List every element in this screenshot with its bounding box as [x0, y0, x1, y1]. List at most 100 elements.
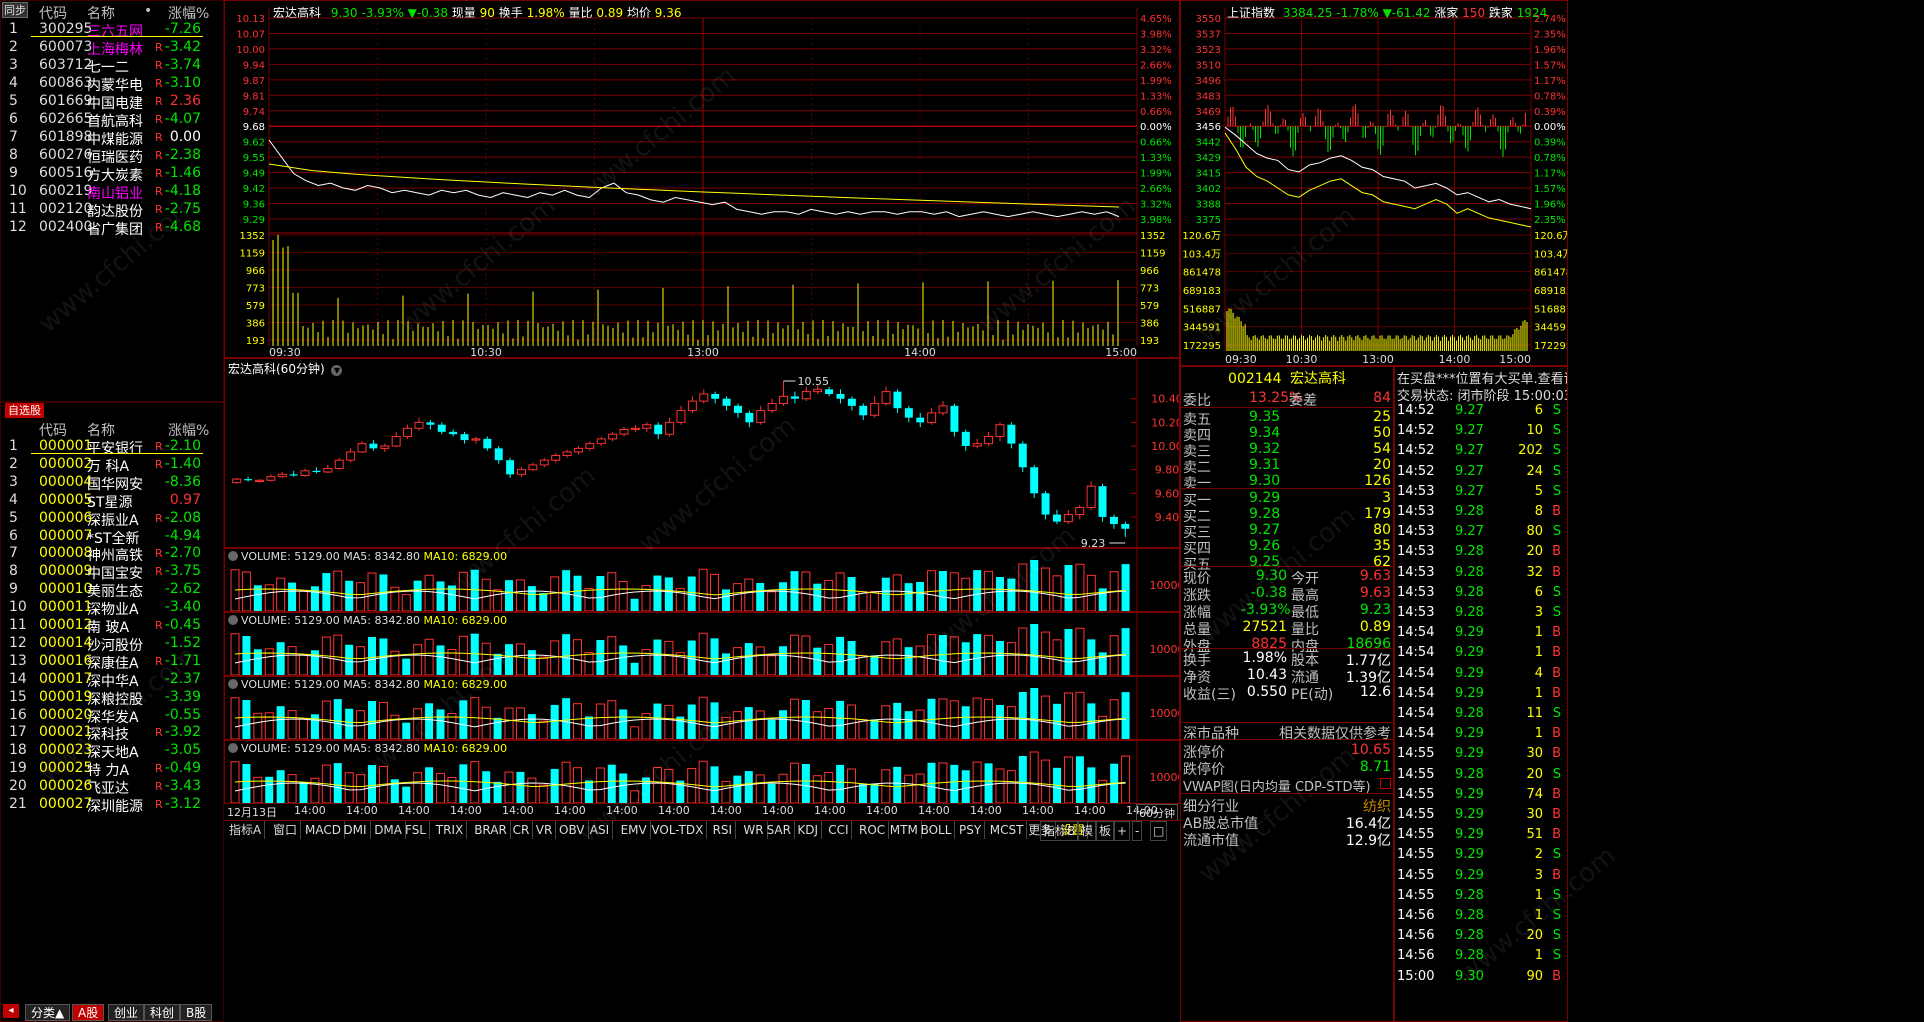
tab-prev-icon[interactable]: ◂ [3, 1004, 19, 1018]
indicator-tab[interactable]: FSL [402, 821, 430, 839]
list-item[interactable]: 18 000023 深天地A -3.05 [1, 740, 223, 761]
indicator-tab[interactable]: KDJ [794, 821, 823, 839]
list-item[interactable]: 19 000025 特 力A R -0.49 [1, 758, 223, 779]
list-item[interactable]: 1 000001 平安银行 R -2.10 [1, 436, 223, 457]
vol-tick: 172295 [1534, 341, 1568, 352]
list-item[interactable]: 6 602665 首航高科 R -4.07 [1, 109, 223, 130]
vwap-row[interactable]: VWAP图(日内均量 CDP-STD等) [1181, 775, 1393, 795]
list-item[interactable]: 21 000027 深圳能源 R -3.12 [1, 794, 223, 815]
volume-panel[interactable]: VOLUME: 5129.00 MA5: 8342.80 MA10: 6829.… [224, 740, 1180, 804]
list-item[interactable]: 9 000010 美丽生态 -2.62 [1, 579, 223, 600]
list-item[interactable]: 11 000012 南 玻A R -0.45 [1, 615, 223, 636]
market-tab[interactable]: B股 [180, 1004, 213, 1021]
intraday-chart[interactable]: 宏达高科 9.30 -3.93% ▼-0.38 现量 90 换手 1.98% 量… [224, 0, 1180, 358]
volume-bar [276, 770, 285, 803]
ask-level[interactable]: 卖四 9.34 50 [1181, 424, 1393, 444]
bid-level[interactable]: 买一 9.29 3 [1181, 489, 1393, 509]
vol-tick: 689183 [1534, 286, 1568, 297]
candle-body [676, 410, 686, 423]
ask-level[interactable]: 卖一 9.30 126 [1181, 472, 1393, 492]
indicator-right-tab[interactable]: □ [1150, 821, 1168, 841]
list-item[interactable]: 11 002120 韵达股份 R -2.75 [1, 199, 223, 220]
list-item[interactable]: 8 600276 恒瑞医药 R -2.38 [1, 145, 223, 166]
list-item[interactable]: 17 000021 深科技 R -3.92 [1, 722, 223, 743]
market-tab[interactable]: 创业 [108, 1004, 145, 1021]
list-item[interactable]: 8 000009 中国宝安 R -3.75 [1, 561, 223, 582]
indicator-tab[interactable]: TRIX [433, 821, 468, 839]
list-item[interactable]: 10 600219 南山铝业 R -4.18 [1, 181, 223, 202]
trade-time: 14:52 [1397, 403, 1435, 418]
list-item[interactable]: 12 002400 省广集团 R -4.68 [1, 217, 223, 238]
list-item[interactable]: 12 000014 沙河股份 -1.52 [1, 633, 223, 654]
indicator-tab[interactable]: CCI [825, 821, 853, 839]
volume-panel[interactable]: VOLUME: 5129.00 MA5: 8342.80 MA10: 6829.… [224, 548, 1180, 612]
list-item[interactable]: 7 601898 中煤能源 R 0.00 [1, 127, 223, 148]
list-item[interactable]: 10 000011 深物业A -3.40 [1, 597, 223, 618]
period-button[interactable]: 60分钟 [1136, 804, 1178, 820]
indicator-tab[interactable]: ROC [856, 821, 890, 839]
indicator-tab[interactable]: EMV [618, 821, 651, 839]
trade-volume: 32 [1526, 564, 1543, 580]
trade-side: S [1552, 928, 1561, 944]
volume-panel[interactable]: VOLUME: 5129.00 MA5: 8342.80 MA10: 6829.… [224, 676, 1180, 740]
indicator-tab[interactable]: SAR [764, 821, 795, 839]
list-item[interactable]: 6 000007 *ST全新 -4.94 [1, 526, 223, 547]
indicator-right-tab[interactable]: 指标B [1040, 821, 1079, 841]
list-item[interactable]: 7 000008 神州高铁 R -2.70 [1, 543, 223, 564]
bid-level[interactable]: 买二 9.28 179 [1181, 505, 1393, 525]
indicator-tab[interactable]: PSY [956, 821, 986, 839]
kline-chart[interactable]: 宏达高科(60分钟) ▼ 10.40 10.20 10.00 9.80 9.60 9.40… [224, 358, 1180, 548]
market-tab[interactable]: 科创 [144, 1004, 181, 1021]
index-chart[interactable]: 上证指数 3384.25 -1.78% ▼-61.42 涨家 150 跌家 19… [1180, 0, 1568, 366]
list-item[interactable]: 4 600863 内蒙华电 R -3.10 [1, 73, 223, 94]
vwap-label[interactable]: VWAP图(日内均量 CDP-STD等) [1183, 776, 1371, 795]
bid-level[interactable]: 买三 9.27 80 [1181, 521, 1393, 541]
ask-level[interactable]: 卖五 9.35 25 [1181, 408, 1393, 428]
volume-panel[interactable]: VOLUME: 5129.00 MA5: 8342.80 MA10: 6829.… [224, 612, 1180, 676]
stock-code: 600276 [39, 147, 93, 163]
indicator-right-tab[interactable]: + [1114, 821, 1131, 841]
indicator-tab[interactable]: 窗口 [270, 821, 302, 839]
indicator-tab[interactable]: 指标A [226, 821, 266, 839]
list-item[interactable]: 16 000020 深华发A -0.55 [1, 705, 223, 726]
self-list-badge[interactable]: 自选股 [5, 403, 44, 418]
indicator-right-tab[interactable]: 板 [1096, 821, 1115, 841]
indicator-tab[interactable]: ASI [587, 821, 614, 839]
list-item[interactable]: 1 300295 三六五网 -7.26 [1, 19, 223, 40]
list-item[interactable]: 4 000005 ST星源 0.97 [1, 490, 223, 511]
list-item[interactable]: 13 000016 深康佳A R -1.71 [1, 651, 223, 672]
bid-level[interactable]: 买四 9.26 35 [1181, 537, 1393, 557]
ask-level[interactable]: 卖三 9.32 54 [1181, 440, 1393, 460]
indicator-tab[interactable]: MACD [302, 821, 345, 839]
list-item[interactable]: 15 000019 深粮控股 -3.39 [1, 687, 223, 708]
stock-chg: -1.52 [164, 634, 201, 651]
list-item[interactable]: 2 600073 上海梅林 R -3.42 [1, 37, 223, 58]
list-item[interactable]: 5 000006 深振业A R -2.08 [1, 508, 223, 529]
indicator-tab[interactable]: BRAR [471, 821, 511, 839]
indicator-right-tab[interactable]: - [1132, 821, 1143, 841]
list-item[interactable]: 5 601669 中国电建 R 2.36 [1, 91, 223, 112]
indicator-tab[interactable]: DMI [340, 821, 371, 839]
market-tab[interactable]: 分类▲ [25, 1004, 71, 1021]
list-item[interactable]: 3 603712 七一二 R -3.74 [1, 55, 223, 76]
list-item[interactable]: 20 000026 飞亚达 R -3.43 [1, 776, 223, 797]
indicator-tab[interactable]: OBV [556, 821, 589, 839]
indicator-tab[interactable]: VOL-TDX [648, 821, 708, 839]
volume-bar [961, 577, 971, 611]
indicator-tab[interactable]: MCST [987, 821, 1028, 839]
vwap-icon[interactable] [1380, 778, 1391, 789]
list-item[interactable]: 2 000002 万 科A R -1.40 [1, 454, 223, 475]
list-item[interactable]: 14 000017 深中华A -2.37 [1, 669, 223, 690]
indicator-tab[interactable]: RSI [710, 821, 737, 839]
indicator-tab[interactable]: VR [533, 821, 557, 839]
volume-bar [619, 773, 628, 803]
list-item[interactable]: 9 600516 方大炭素 R -1.46 [1, 163, 223, 184]
indicator-tab[interactable]: DMA [371, 821, 406, 839]
indicator-tab[interactable]: BOLL [918, 821, 956, 839]
indicator-tab[interactable]: CR [510, 821, 534, 839]
list-item[interactable]: 3 000004 国华网安 -8.36 [1, 472, 223, 493]
ask-level[interactable]: 卖二 9.31 20 [1181, 456, 1393, 476]
indicator-right-tab[interactable]: 模 [1078, 821, 1097, 841]
market-tab[interactable]: A股 [72, 1004, 105, 1021]
indicator-tab[interactable]: MTM [887, 821, 922, 839]
